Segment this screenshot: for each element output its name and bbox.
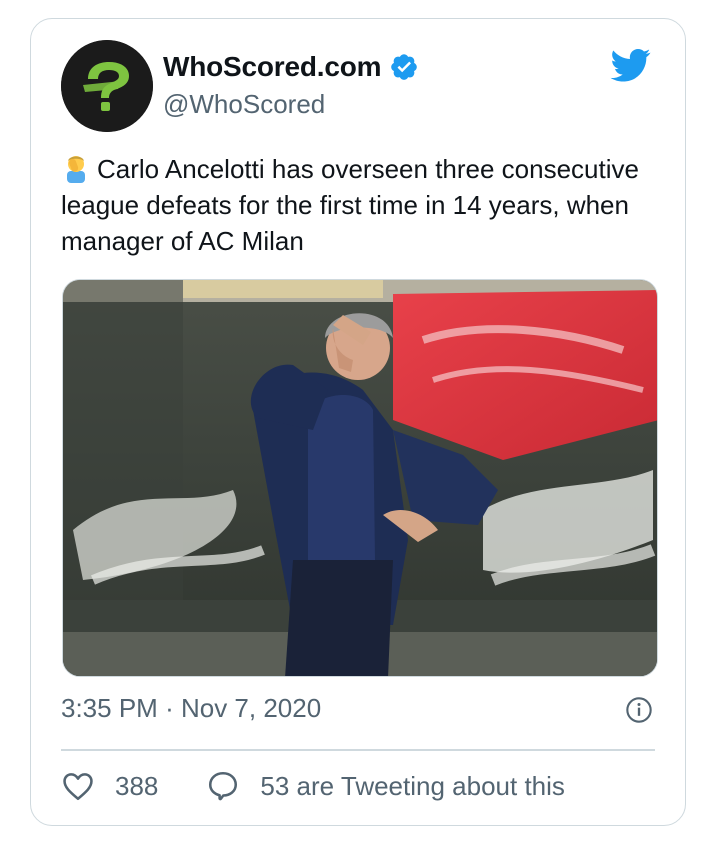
like-button[interactable]: 388	[61, 769, 158, 803]
twitter-bird-icon[interactable]	[607, 45, 655, 85]
like-count: 388	[115, 770, 159, 801]
whoscored-logo-icon	[61, 40, 153, 132]
tweet-photo[interactable]	[62, 279, 658, 677]
tweeting-about-text[interactable]: 53 are Tweeting about this	[260, 771, 565, 802]
account-name-row[interactable]: WhoScored.com	[163, 51, 419, 83]
tweet-text: Carlo Ancelotti has overseen three conse…	[61, 154, 639, 256]
tweet-text-block: Carlo Ancelotti has overseen three conse…	[61, 151, 661, 259]
verified-badge-icon	[391, 54, 418, 80]
info-icon[interactable]	[625, 696, 653, 724]
facepalm-emoji-icon	[67, 156, 85, 183]
divider	[61, 749, 655, 751]
tweet-card[interactable]: WhoScored.com @WhoScored Carlo Ancelotti…	[30, 18, 686, 826]
tweeting-about-button[interactable]: 53 are Tweeting about this	[206, 769, 565, 803]
tweet-time[interactable]: 3:35 PM	[61, 693, 158, 723]
tweet-timestamp[interactable]: 3:35 PM · Nov 7, 2020	[61, 693, 321, 724]
tweet-date[interactable]: Nov 7, 2020	[181, 693, 321, 723]
reply-bubble-icon[interactable]	[206, 769, 240, 803]
heart-icon[interactable]	[61, 769, 95, 803]
avatar[interactable]	[61, 40, 153, 132]
tweet-actions: 388 53 are Tweeting about this	[61, 769, 565, 803]
account-name[interactable]: WhoScored.com	[163, 51, 382, 83]
photo-image	[63, 280, 657, 676]
meta-separator: ·	[165, 693, 174, 723]
account-handle[interactable]: @WhoScored	[163, 89, 325, 120]
